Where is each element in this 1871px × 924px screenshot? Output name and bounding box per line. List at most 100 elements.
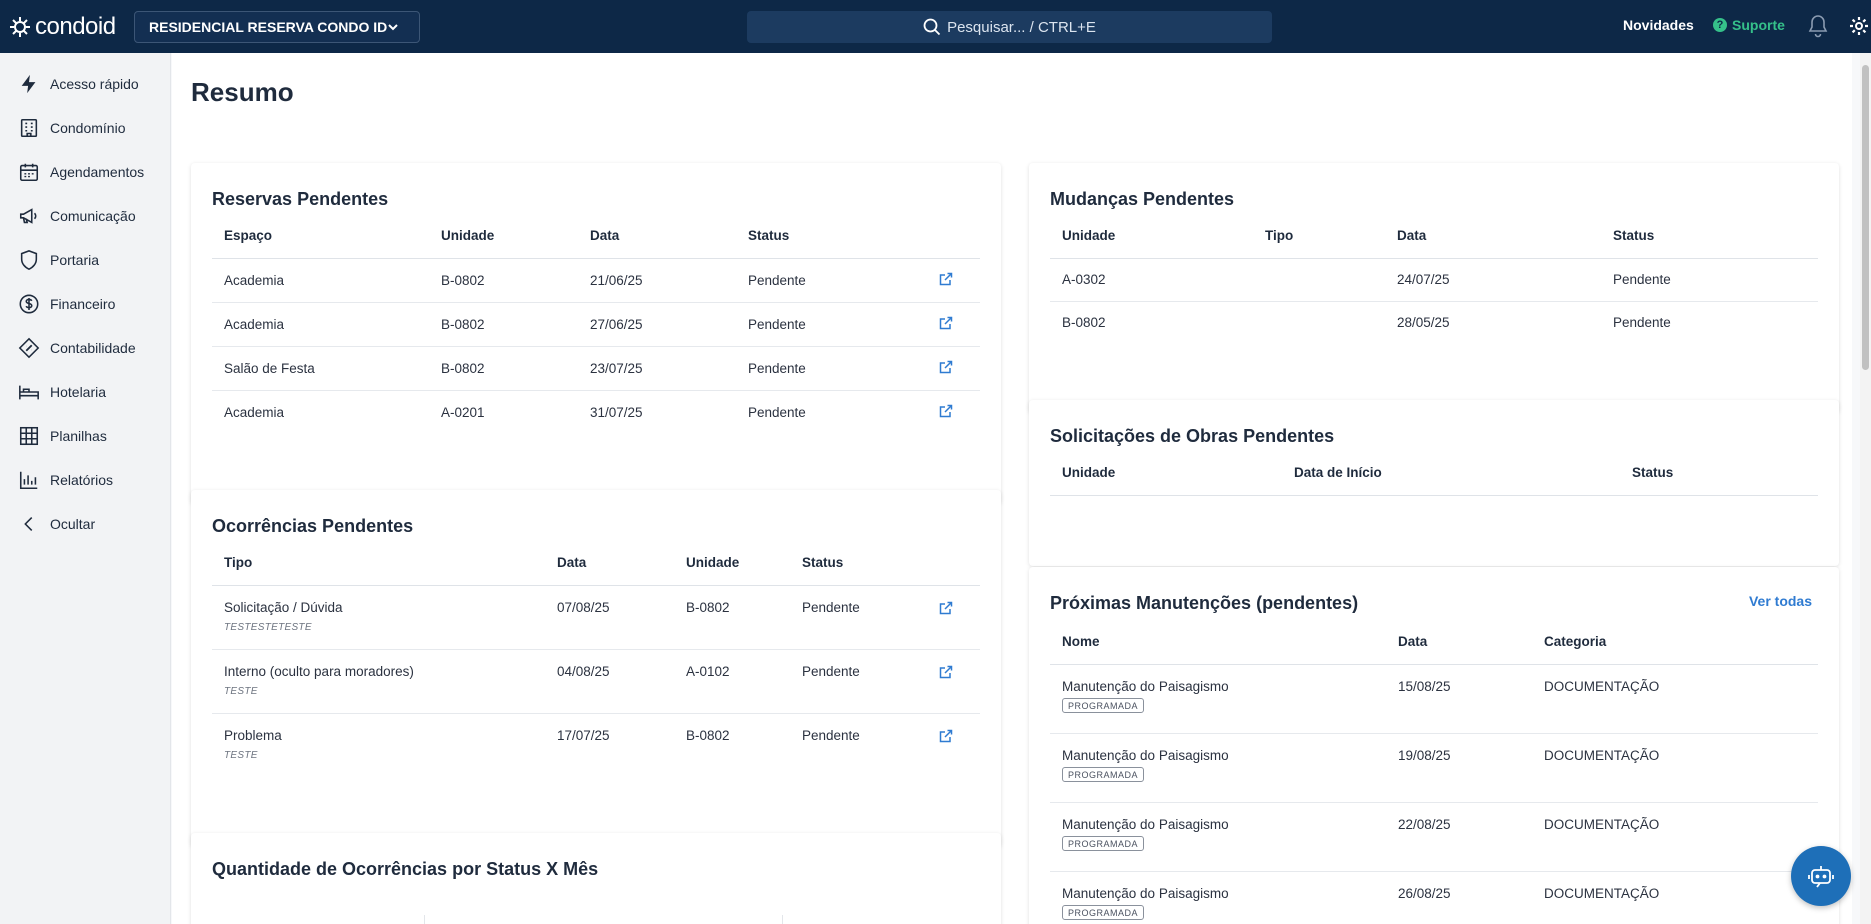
manutencoes-card: Próximas Manutenções (pendentes) Ver tod… xyxy=(1029,567,1839,924)
column-header: Unidade xyxy=(674,541,790,586)
external-link-icon[interactable] xyxy=(938,600,954,616)
sidebar-item-portaria[interactable]: Portaria xyxy=(18,247,99,273)
external-link-icon[interactable] xyxy=(938,403,954,419)
cell-categoria: DOCUMENTAÇÃO xyxy=(1532,664,1818,734)
cell-status: Pendente xyxy=(802,727,860,743)
sidebar-item-agendamentos[interactable]: Agendamentos xyxy=(18,159,144,185)
sidebar-item-acesso-rapido[interactable]: Acesso rápido xyxy=(18,71,139,97)
cell-unidade: B-0802 xyxy=(429,258,578,303)
status-badge: PROGRAMADA xyxy=(1062,766,1145,782)
cell-espaco: Academia xyxy=(224,404,285,420)
ver-todas-link[interactable]: Ver todas xyxy=(1749,593,1812,609)
reservas-pendentes-card: Reservas Pendentes Espaço Unidade Data S… xyxy=(191,163,1001,504)
sidebar-item-contabilidade[interactable]: Contabilidade xyxy=(18,335,136,361)
tipo-sub: TESTESTETESTE xyxy=(224,621,312,633)
sidebar-item-label: Comunicação xyxy=(50,208,136,224)
column-header: Espaço xyxy=(212,214,429,259)
brand-name: condoid xyxy=(35,13,116,40)
dollar-icon xyxy=(19,294,39,314)
cell-data: 31/07/25 xyxy=(590,404,643,420)
sidebar: Acesso rápido Condomínio Agendamentos Co… xyxy=(0,53,171,924)
cell-status: Pendente xyxy=(1613,315,1671,331)
chevron-left-icon xyxy=(24,517,33,531)
sidebar-item-planilhas[interactable]: Planilhas xyxy=(18,423,107,449)
sidebar-item-label: Acesso rápido xyxy=(50,76,139,92)
sidebar-item-hotelaria[interactable]: Hotelaria xyxy=(18,379,106,405)
brand-logo[interactable]: condoid xyxy=(8,13,116,41)
cell-espaco: Salão de Festa xyxy=(212,346,429,391)
table-row: Academia B-0802 27/06/25 Pendente xyxy=(212,302,980,347)
mudancas-pendentes-card: Mudanças Pendentes Unidade Tipo Data Sta… xyxy=(1029,163,1839,413)
logo-icon xyxy=(10,17,30,37)
help-icon: ? xyxy=(1713,18,1727,32)
cell-categoria: DOCUMENTAÇÃO xyxy=(1532,802,1818,872)
search-placeholder: Pesquisar... / CTRL+E xyxy=(947,18,1096,36)
table-row: A-0302 24/07/25 Pendente xyxy=(1050,258,1818,302)
cell-data: 21/06/25 xyxy=(578,258,736,303)
column-header: Data xyxy=(578,214,736,259)
search-input[interactable]: Pesquisar... / CTRL+E xyxy=(747,11,1272,43)
nome-label: Manutenção do Paisagismo xyxy=(1062,816,1229,832)
chatbot-icon xyxy=(1808,866,1834,888)
scrollbar-thumb[interactable] xyxy=(1862,65,1869,370)
sidebar-item-comunicacao[interactable]: Comunicação xyxy=(18,203,136,229)
sidebar-item-condominio[interactable]: Condomínio xyxy=(18,115,126,141)
cell-data: 15/08/25 xyxy=(1386,664,1532,734)
reservas-table: Espaço Unidade Data Status Academia B-08… xyxy=(212,214,980,434)
bell-icon[interactable] xyxy=(1807,14,1829,38)
manutencoes-table: Nome Data Categoria Manutenção do Paisag… xyxy=(1050,620,1818,924)
column-header: Status xyxy=(736,214,926,259)
column-header: Tipo xyxy=(1253,214,1385,259)
chart-gridline xyxy=(782,915,783,924)
sidebar-item-label: Planilhas xyxy=(50,428,107,444)
column-header: Unidade xyxy=(1050,214,1253,259)
cell-unidade: B-0802 xyxy=(429,346,578,391)
sidebar-item-label: Financeiro xyxy=(50,296,116,312)
page-scrollbar[interactable] xyxy=(1860,53,1871,924)
column-header: Tipo xyxy=(212,541,545,586)
cell-tipo: Problema TESTE xyxy=(212,713,545,777)
condo-selector[interactable]: RESIDENCIAL RESERVA CONDO ID xyxy=(134,11,420,43)
diamond-icon xyxy=(18,337,40,359)
table-row: Solicitação / Dúvida TESTESTETESTE 07/08/… xyxy=(212,585,980,650)
cell-unidade: A-0102 xyxy=(674,649,790,714)
bolt-icon xyxy=(21,74,36,94)
cell-espaco: Academia xyxy=(212,258,429,303)
cell-data: 07/08/25 xyxy=(545,585,674,650)
column-header: Unidade xyxy=(429,214,578,259)
external-link-icon[interactable] xyxy=(938,728,954,744)
cell-nome: Manutenção do Paisagismo PROGRAMADA xyxy=(1050,871,1386,924)
sidebar-item-label: Portaria xyxy=(50,252,100,268)
ocorrencias-table: Tipo Data Unidade Status Solicitação / D… xyxy=(212,541,980,777)
card-title: Reservas Pendentes xyxy=(212,189,389,209)
cell-data: 27/06/25 xyxy=(578,302,736,347)
cell-status: Pendente xyxy=(790,585,926,650)
cell-categoria: DOCUMENTAÇÃO xyxy=(1532,733,1818,803)
card-title: Próximas Manutenções (pendentes) xyxy=(1050,593,1359,613)
chat-assistant-button[interactable] xyxy=(1791,846,1851,906)
sidebar-item-label: Relatórios xyxy=(50,472,114,488)
tipo-label: Problema xyxy=(224,727,282,743)
external-link-icon[interactable] xyxy=(938,315,954,331)
cell-status: Pendente xyxy=(790,649,926,714)
gear-icon[interactable] xyxy=(1849,16,1869,36)
bar-chart-icon xyxy=(19,471,38,490)
cell-unidade: A-0302 xyxy=(1050,258,1253,302)
card-title: Solicitações de Obras Pendentes xyxy=(1050,426,1335,446)
cell-data: 23/07/25 xyxy=(578,346,736,391)
external-link-icon[interactable] xyxy=(938,359,954,375)
cell-espaco: Academia xyxy=(212,302,429,347)
sidebar-item-financeiro[interactable]: Financeiro xyxy=(18,291,115,317)
top-bar: condoid RESIDENCIAL RESERVA CONDO ID Pes… xyxy=(0,0,1871,53)
novidades-link[interactable]: Novidades xyxy=(1623,17,1694,33)
cell-status: Pendente xyxy=(736,302,926,347)
status-badge: PROGRAMADA xyxy=(1062,697,1145,713)
nome-label: Manutenção do Paisagismo xyxy=(1062,885,1229,901)
chevron-down-icon xyxy=(388,24,398,31)
sidebar-item-ocultar[interactable]: Ocultar xyxy=(18,511,95,537)
cell-nome: Manutenção do Paisagismo PROGRAMADA xyxy=(1050,664,1386,734)
external-link-icon[interactable] xyxy=(938,664,954,680)
sidebar-item-relatorios[interactable]: Relatórios xyxy=(18,467,113,493)
suporte-link[interactable]: ? Suporte xyxy=(1713,17,1785,33)
external-link-icon[interactable] xyxy=(938,271,954,287)
